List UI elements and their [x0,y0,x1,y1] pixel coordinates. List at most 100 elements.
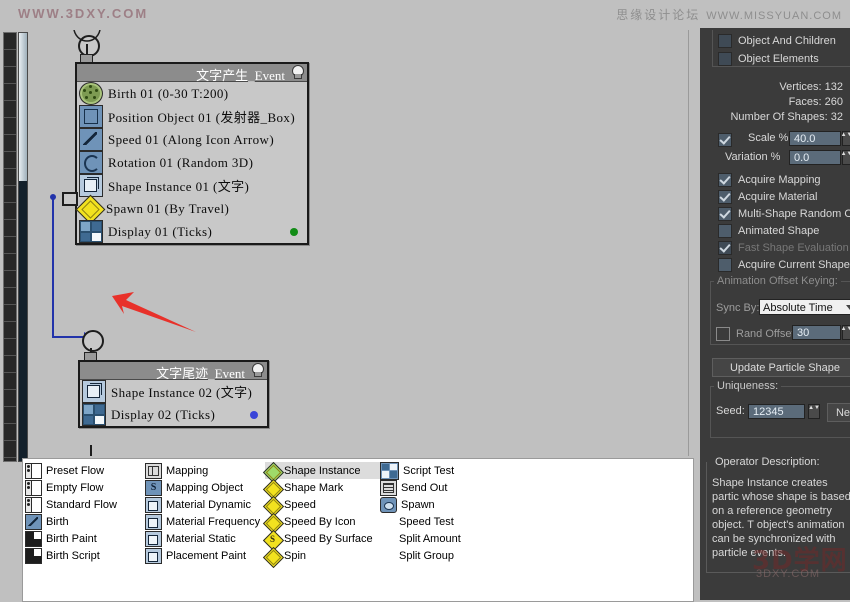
operator-label: Birth 01 (0-30 T:200) [108,85,229,101]
seed-spinner[interactable]: ▲▼ [808,404,820,419]
depot-item-standard-flow[interactable]: Standard Flow [25,496,145,513]
checkbox-acquire-material[interactable]: Acquire Material [718,188,817,205]
rand-offset-spinner[interactable]: ▲▼ [841,325,850,340]
mapping-icon [145,462,162,479]
event-node-2[interactable]: 文字尾迹_Event Shape Instance 02 (文字) Displa… [78,360,269,428]
event1-spawn-output-port[interactable] [62,192,78,206]
event2-root-circle[interactable] [82,330,104,352]
checkbox-box [718,240,732,255]
depot-item-shape-instance[interactable]: Shape Instance [262,461,380,483]
depot-item-empty-flow[interactable]: Empty Flow [25,479,145,496]
depot-item-mapping-object[interactable]: S Mapping Object [145,479,265,496]
depot-item-label: Send Out [401,481,448,494]
script-test-icon [380,461,399,480]
event2-bottom-stem [90,445,92,456]
depot-item-material-dynamic[interactable]: Material Dynamic [145,496,265,513]
depot-item-split-group[interactable]: Split Group [380,547,500,564]
operator-row-birth[interactable]: Birth 01 (0-30 T:200) [77,82,307,105]
operator-row-shape-instance[interactable]: Shape Instance 02 (文字) [80,380,267,403]
lightbulb-icon[interactable] [290,65,304,79]
new-seed-button[interactable]: New [827,403,850,422]
checkbox-box[interactable] [718,223,732,238]
checkbox-acquire-mapping[interactable]: Acquire Mapping [718,171,821,188]
checkbox-box[interactable] [718,257,732,272]
operator-row-display[interactable]: Display 02 (Ticks) [80,403,267,426]
stat-number-of-shapes: Number Of Shapes: 32 [730,111,843,123]
depot-item-birth-script[interactable]: Birth Script [25,547,145,564]
depot-item-script-test[interactable]: Script Test [380,461,500,480]
update-particle-shape-button[interactable]: Update Particle Shape [712,358,850,377]
operator-depot[interactable]: Preset Flow Empty Flow Standard Flow Bir… [22,458,694,602]
operator-row-shape-instance[interactable]: Shape Instance 01 (文字) [77,174,307,197]
checkbox-box[interactable] [718,172,732,187]
depot-item-speed-test[interactable]: Speed Test [380,513,500,530]
operator-label: Spawn 01 (By Travel) [106,200,230,216]
checkbox-box[interactable] [718,132,732,147]
operator-row-position-object[interactable]: Position Object 01 (发射器_Box) [77,105,307,128]
operator-label: Position Object 01 (发射器_Box) [108,110,296,125]
operator-label: Shape Instance 01 (文字) [108,179,250,194]
operator-label: Display 01 (Ticks) [108,223,213,239]
depot-item-placement-paint[interactable]: Placement Paint [145,547,265,564]
depot-item-shape-mark[interactable]: Shape Mark [262,478,380,500]
seed-input[interactable]: 12345 [748,404,805,419]
depot-item-label: Speed By Surface [284,532,373,545]
checkbox-object-and-children[interactable]: Object And Children [718,32,836,49]
operator-row-display[interactable]: Display 01 (Ticks) [77,220,307,243]
operator-row-rotation[interactable]: Rotation 01 (Random 3D) [77,151,307,174]
checkbox-acquire-current-shape[interactable]: Acquire Current Shape [718,256,850,273]
checkbox-rand-offset[interactable]: Rand Offset [716,325,795,342]
depot-item-split-amount[interactable]: Split Amount [380,530,500,547]
event1-header[interactable]: 文字产生_Event [77,64,307,83]
scale-label: Scale % [748,132,789,144]
sync-by-dropdown[interactable]: Absolute Time [759,299,850,315]
scrollbar-thumb[interactable] [19,33,27,181]
depot-item-label: Speed [284,498,316,511]
event-node-1[interactable]: 文字产生_Event Birth 01 (0-30 T:200) Positio… [75,62,309,245]
animation-offset-keying-legend: Animation Offset Keying: [714,275,841,287]
checkbox-box[interactable] [718,33,732,48]
variation-spinner[interactable]: ▲▼ [841,150,850,165]
depot-item-mapping[interactable]: Mapping [145,462,265,479]
depot-item-birth[interactable]: Birth [25,513,145,530]
rand-offset-input[interactable]: 30 [792,325,841,340]
depot-item-material-static[interactable]: Material Static [145,530,265,547]
operator-row-speed[interactable]: Speed 01 (Along Icon Arrow) [77,128,307,151]
depot-item-speed-by-icon[interactable]: Speed By Icon [262,512,380,534]
depot-item-label: Material Frequency [166,515,261,528]
checkbox-box[interactable] [718,189,732,204]
depot-item-preset-flow[interactable]: Preset Flow [25,462,145,479]
depot-item-label: Material Static [166,532,236,545]
checkbox-animated-shape[interactable]: Animated Shape [718,222,819,239]
checkbox-multi-shape-random-order[interactable]: Multi-Shape Random Ord [718,205,850,222]
depot-item-send-out[interactable]: Send Out [380,479,500,496]
left-vertical-scrollbar[interactable] [18,32,28,462]
checkbox-scale[interactable] [718,131,738,148]
shape-instance-icon [82,380,106,403]
scale-input[interactable]: 40.0 [789,131,841,146]
no-icon-placeholder [380,515,395,529]
depot-item-material-frequency[interactable]: Material Frequency [145,513,265,530]
depot-item-speed-by-surface[interactable]: S Speed By Surface [262,529,380,551]
variation-input[interactable]: 0.0 [789,150,841,165]
checkbox-label: Multi-Shape Random Ord [738,207,850,220]
checkbox-label: Object And Children [738,34,836,47]
lightbulb-icon[interactable] [250,363,264,377]
chevron-down-icon[interactable] [846,305,850,310]
depot-item-speed[interactable]: Speed [262,495,380,517]
scale-spinner[interactable]: ▲▼ [841,131,850,146]
depot-item-spin[interactable]: Spin [262,546,380,568]
operator-row-spawn[interactable]: Spawn 01 (By Travel) [75,194,307,225]
event2-header[interactable]: 文字尾迹_Event [80,362,267,381]
depot-item-spawn[interactable]: Spawn [380,496,500,513]
checkbox-object-elements[interactable]: Object Elements [718,50,819,67]
depot-item-label: Birth Paint [46,532,97,545]
depot-item-birth-paint[interactable]: Birth Paint [25,530,145,547]
depot-columns: Preset Flow Empty Flow Standard Flow Bir… [25,461,500,568]
checkbox-box[interactable] [718,206,732,221]
particle-view-canvas[interactable]: 文字产生_Event Birth 01 (0-30 T:200) Positio… [30,30,695,456]
checkbox-box[interactable] [718,51,732,66]
checkbox-box[interactable] [716,326,730,341]
operator-label: Rotation 01 (Random 3D) [108,154,254,170]
speed-icon [79,128,103,151]
